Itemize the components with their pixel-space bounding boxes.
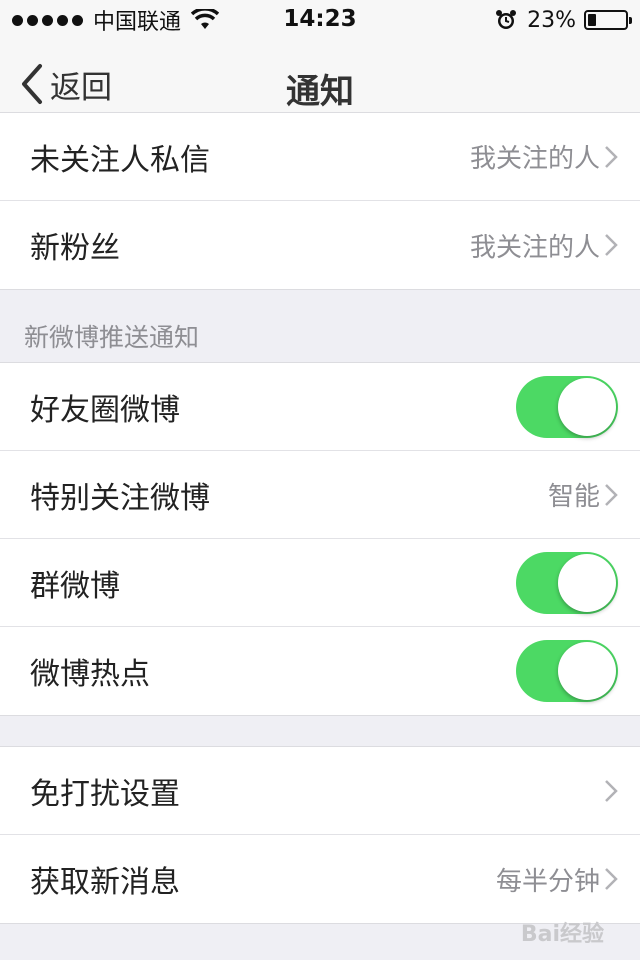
row-label: 特别关注微博	[30, 481, 210, 516]
chevron-right-icon	[605, 234, 618, 256]
row-accessory	[516, 363, 618, 450]
settings-group-general: 免打扰设置 获取新消息 每半分钟	[0, 746, 640, 924]
row-accessory: 智能	[548, 451, 618, 538]
row-value: 智能	[547, 482, 600, 512]
row-label: 好友圈微博	[30, 393, 180, 428]
row-do-not-disturb[interactable]: 免打扰设置	[0, 747, 640, 835]
row-weibo-hotspot: 微博热点	[0, 627, 640, 715]
status-bar: 中国联通 14:23 23%	[0, 0, 640, 40]
weibo-hotspot-toggle[interactable]	[516, 640, 618, 702]
row-unfollowed-private-messages[interactable]: 未关注人私信 我关注的人	[0, 113, 640, 201]
row-group-weibo: 群微博	[0, 539, 640, 627]
row-new-followers[interactable]: 新粉丝 我关注的人	[0, 201, 640, 289]
toggle-knob	[558, 553, 616, 612]
battery-icon	[584, 10, 632, 30]
row-special-follow-weibo[interactable]: 特别关注微博 智能	[0, 451, 640, 539]
friends-circle-toggle[interactable]	[516, 375, 618, 438]
toggle-knob	[558, 642, 616, 700]
row-label: 群微博	[30, 569, 120, 604]
row-fetch-new-messages[interactable]: 获取新消息 每半分钟	[0, 835, 640, 923]
row-label: 免打扰设置	[30, 777, 180, 812]
status-right: 23%	[495, 6, 632, 34]
chevron-right-icon	[605, 145, 618, 168]
row-accessory	[516, 627, 618, 715]
row-value: 我关注的人	[469, 144, 600, 174]
battery-percent: 23%	[527, 7, 576, 33]
settings-group-push: 好友圈微博 特别关注微博 智能 群微博 微博热点	[0, 362, 640, 716]
row-label: 获取新消息	[30, 865, 180, 900]
row-value: 我关注的人	[469, 232, 600, 263]
row-accessory: 我关注的人	[470, 201, 618, 289]
chevron-right-icon	[605, 779, 618, 802]
chevron-right-icon	[605, 868, 618, 890]
toggle-knob	[558, 377, 616, 436]
row-label: 未关注人私信	[30, 143, 210, 178]
row-label: 新粉丝	[30, 231, 120, 266]
settings-group-messages: 未关注人私信 我关注的人 新粉丝 我关注的人	[0, 112, 640, 290]
alarm-icon	[496, 10, 517, 29]
row-value: 每半分钟	[495, 866, 600, 897]
row-accessory	[516, 539, 618, 626]
battery-level-fill	[588, 14, 596, 26]
row-accessory: 我关注的人	[470, 113, 618, 200]
row-friends-circle-weibo: 好友圈微博	[0, 363, 640, 451]
section-header-push: 新微博推送通知	[24, 323, 200, 352]
chevron-right-icon	[605, 483, 618, 506]
row-label: 微博热点	[30, 657, 150, 692]
group-weibo-toggle[interactable]	[516, 551, 618, 614]
page-title: 通知	[286, 72, 354, 112]
row-accessory	[604, 747, 618, 834]
watermark: Bai经验	[520, 922, 604, 947]
row-accessory: 每半分钟	[496, 835, 618, 923]
